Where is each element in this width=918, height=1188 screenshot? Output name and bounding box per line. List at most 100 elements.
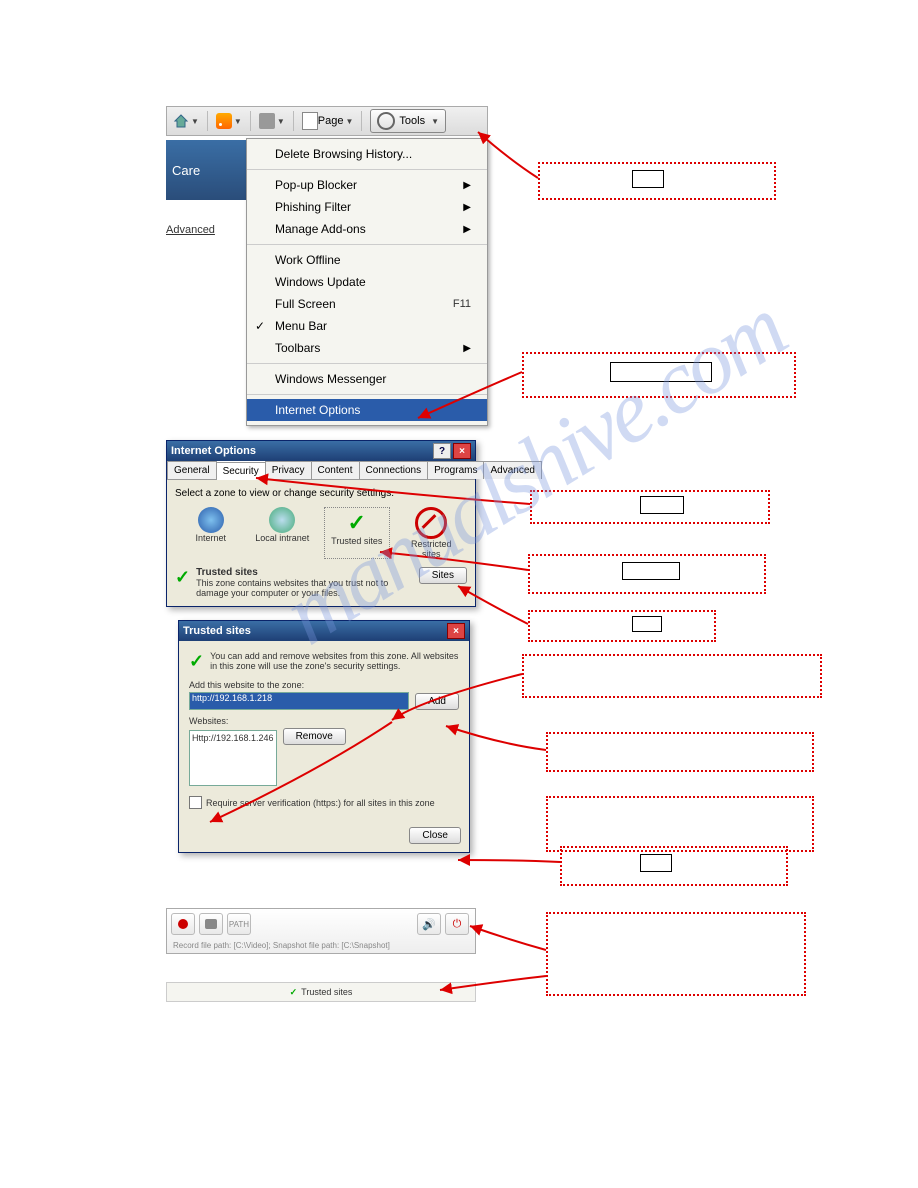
page-button[interactable]: Page ▼ [296, 107, 360, 135]
submenu-arrow-icon: ▶ [463, 180, 471, 191]
globe-icon [198, 507, 224, 533]
callout-box [528, 610, 716, 642]
record-path-text: Record file path: [C:\Video]; Snapshot f… [167, 939, 475, 952]
gear-icon [377, 112, 395, 130]
callout-box [546, 732, 814, 772]
home-button[interactable]: ▼ [167, 107, 205, 135]
menu-phishing-filter[interactable]: Phishing Filter ▶ [247, 196, 487, 218]
dialog-titlebar: Internet Options ? × [167, 441, 475, 461]
tab-content[interactable]: Content [311, 461, 360, 479]
separator [250, 111, 251, 131]
home-icon [173, 113, 189, 129]
tools-button[interactable]: Tools ▼ [370, 109, 446, 133]
chevron-down-icon: ▼ [431, 117, 439, 126]
zone-restricted-sites[interactable]: Restricted sites [401, 507, 461, 559]
tab-privacy[interactable]: Privacy [265, 461, 312, 479]
zone-label: Internet [195, 533, 226, 543]
chevron-down-icon: ▼ [234, 117, 242, 126]
stop-icon: ⏻ [453, 918, 462, 931]
add-website-input[interactable]: http://192.168.1.218 [189, 692, 409, 710]
submenu-arrow-icon: ▶ [463, 202, 471, 213]
menu-internet-options[interactable]: Internet Options [247, 399, 487, 421]
menu-manage-addons[interactable]: Manage Add-ons▶ [247, 218, 487, 240]
internet-options-dialog: Internet Options ? × General Security Pr… [166, 440, 476, 607]
add-website-label: Add this website to the zone: [189, 680, 459, 690]
callout-label [622, 562, 680, 580]
require-https-label: Require server verification (https:) for… [206, 798, 435, 808]
submenu-arrow-icon: ▶ [463, 343, 471, 354]
record-button[interactable] [171, 913, 195, 935]
rss-button[interactable]: ▼ [210, 107, 248, 135]
zone-label: Local intranet [255, 533, 309, 543]
list-item[interactable]: Http://192.168.1.246 [192, 733, 274, 743]
remove-button[interactable]: Remove [283, 728, 346, 745]
page-icon [302, 112, 318, 130]
tools-menu: Delete Browsing History... Pop-up Blocke… [246, 138, 488, 426]
trusted-sites-title: Trusted sites [196, 567, 413, 578]
callout-box [560, 846, 788, 886]
tab-programs[interactable]: Programs [427, 461, 484, 479]
separator [361, 111, 362, 131]
folder-icon: PATH [229, 920, 249, 929]
callout-label [640, 496, 684, 514]
advanced-link[interactable]: Advanced [166, 224, 215, 236]
add-button[interactable]: Add [415, 693, 459, 710]
menu-full-screen[interactable]: Full ScreenF11 [247, 293, 487, 315]
menu-item-label: Phishing Filter [275, 200, 351, 214]
snapshot-button[interactable] [199, 913, 223, 935]
check-icon: ✓ [189, 651, 204, 672]
zone-local-intranet[interactable]: Local intranet [252, 507, 312, 559]
menu-toolbars[interactable]: Toolbars▶ [247, 337, 487, 359]
zone-prompt: Select a zone to view or change security… [175, 488, 467, 499]
close-button[interactable]: Close [409, 827, 461, 844]
menu-item-label: Windows Update [275, 275, 366, 289]
menu-work-offline[interactable]: Work Offline [247, 249, 487, 271]
check-icon: ✓ [175, 567, 190, 598]
menu-popup-blocker[interactable]: Pop-up Blocker ▶ [247, 174, 487, 196]
zone-list: Internet Local intranet ✓Trusted sites R… [175, 507, 467, 559]
websites-listbox[interactable]: Http://192.168.1.246 [189, 730, 277, 786]
sites-button[interactable]: Sites [419, 567, 467, 584]
dialog-titlebar: Trusted sites × [179, 621, 469, 641]
help-button[interactable]: ? [433, 443, 451, 459]
check-icon: ✓ [348, 510, 366, 536]
page-banner: Care [166, 140, 252, 200]
menu-item-label: Pop-up Blocker [275, 178, 357, 192]
close-icon[interactable]: × [447, 623, 465, 639]
path-button[interactable]: PATH [227, 913, 251, 935]
tab-connections[interactable]: Connections [359, 461, 429, 479]
dialog-title: Internet Options [171, 445, 256, 457]
callout-label [640, 854, 672, 872]
require-https-checkbox[interactable] [189, 796, 202, 809]
tab-general[interactable]: General [167, 461, 217, 479]
menu-windows-messenger[interactable]: Windows Messenger [247, 368, 487, 390]
menu-item-label: Delete Browsing History... [275, 147, 412, 161]
record-toolbar: PATH 🔊 ⏻ Record file path: [C:\Video]; S… [166, 908, 476, 954]
speaker-icon: 🔊 [422, 918, 436, 931]
zone-label: Restricted sites [401, 539, 461, 559]
separator [207, 111, 208, 131]
tab-security[interactable]: Security [216, 462, 266, 480]
audio-button[interactable]: 🔊 [417, 913, 441, 935]
banner-title: Care [172, 163, 200, 178]
print-button[interactable]: ▼ [253, 107, 291, 135]
check-icon: ✓ [255, 319, 265, 333]
tab-advanced[interactable]: Advanced [483, 461, 541, 479]
menu-item-label: Menu Bar [275, 319, 327, 333]
check-icon: ✓ [290, 987, 298, 998]
callout-label [610, 362, 712, 382]
restricted-icon [415, 507, 447, 539]
callout-box [546, 912, 806, 996]
menu-item-label: Full Screen [275, 297, 336, 311]
record-icon [178, 919, 188, 929]
zone-internet[interactable]: Internet [181, 507, 241, 559]
menu-item-label: Internet Options [275, 403, 360, 417]
menu-menu-bar[interactable]: ✓ Menu Bar [247, 315, 487, 337]
menu-windows-update[interactable]: Windows Update [247, 271, 487, 293]
intranet-icon [269, 507, 295, 533]
close-icon[interactable]: × [453, 443, 471, 459]
callout-label [632, 616, 662, 632]
stop-button[interactable]: ⏻ [445, 913, 469, 935]
zone-trusted-sites[interactable]: ✓Trusted sites [324, 507, 390, 559]
menu-delete-history[interactable]: Delete Browsing History... [247, 143, 487, 165]
